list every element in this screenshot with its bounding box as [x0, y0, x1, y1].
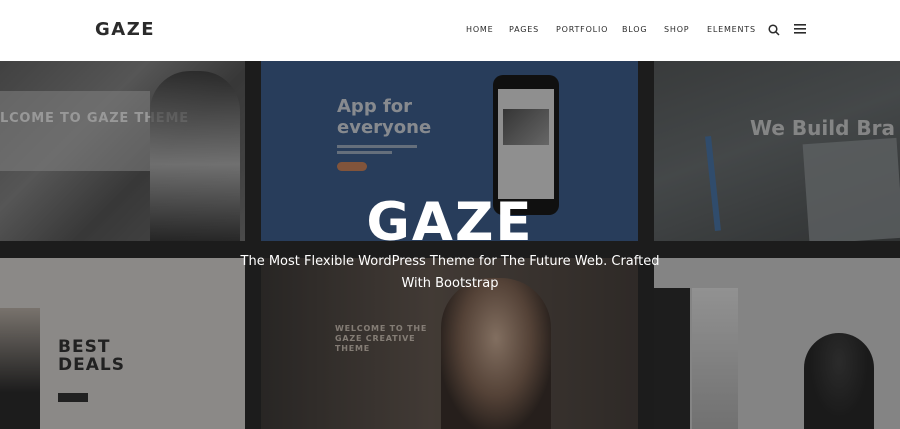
nav-pages[interactable]: PAGES [509, 25, 539, 34]
hero-subtitle: The Most Flexible WordPress Theme for Th… [240, 254, 660, 291]
hero-section: LCOME TO GAZE THEME App for everyone We … [0, 61, 900, 429]
hero-title: GAZE [366, 192, 534, 253]
nav-elements[interactable]: ELEMENTS [707, 25, 756, 34]
nav-blog[interactable]: BLOG [622, 25, 647, 34]
site-logo[interactable]: GAZE [95, 19, 155, 40]
site-header: GAZE HOME PAGES PORTFOLIO BLOG SHOP ELEM… [0, 0, 900, 61]
nav-portfolio[interactable]: PORTFOLIO [556, 25, 608, 34]
nav-shop[interactable]: SHOP [664, 25, 689, 34]
search-icon[interactable] [768, 24, 780, 36]
nav-home[interactable]: HOME [466, 25, 493, 34]
hamburger-menu-icon[interactable] [794, 24, 806, 34]
